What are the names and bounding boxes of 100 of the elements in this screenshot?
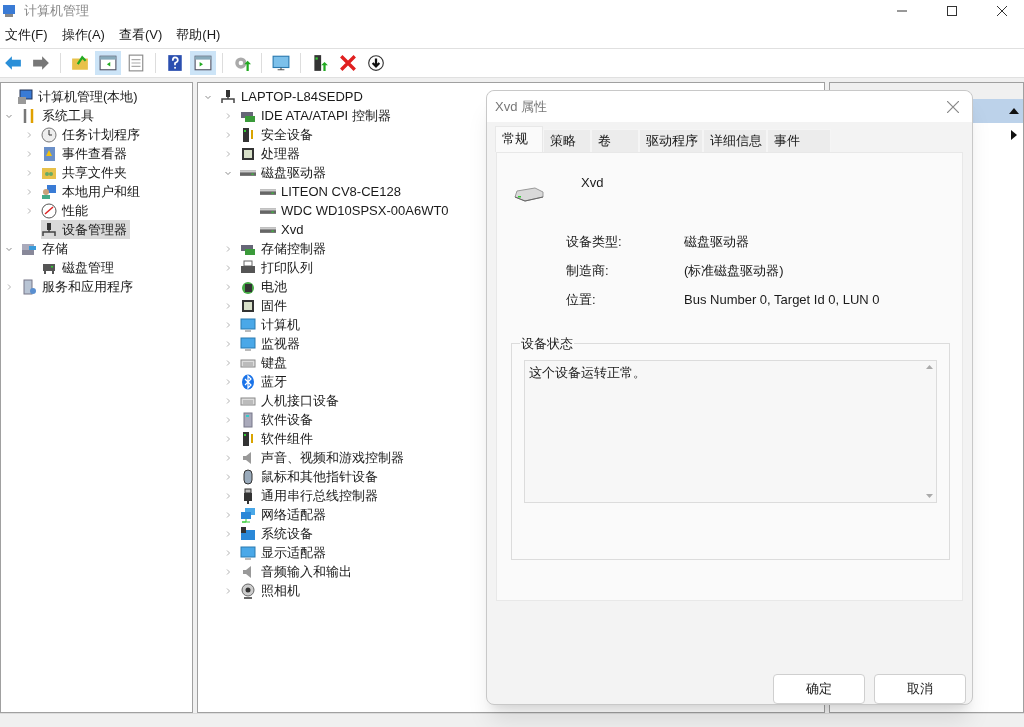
tree-item[interactable]: 本地用户和组: [41, 182, 143, 201]
tab[interactable]: 策略: [543, 128, 591, 152]
collapsed-chevron-icon[interactable]: [224, 472, 232, 481]
tree-item[interactable]: 键盘: [240, 353, 290, 372]
action-pane-button[interactable]: [190, 51, 216, 75]
tree-item[interactable]: 任务计划程序: [41, 125, 143, 144]
tab[interactable]: 驱动程序: [639, 128, 703, 152]
tree-item[interactable]: 监视器: [240, 334, 303, 353]
collapsed-chevron-icon[interactable]: [25, 168, 33, 177]
monitor-icon: [240, 544, 256, 561]
collapsed-chevron-icon[interactable]: [224, 339, 232, 348]
collapsed-chevron-icon[interactable]: [224, 491, 232, 500]
collapsed-chevron-icon[interactable]: [224, 453, 232, 462]
menu-item[interactable]: 帮助(H): [171, 25, 226, 45]
tree-item[interactable]: 通用串行总线控制器: [240, 486, 381, 505]
device-up-arrow-icon: [311, 54, 329, 72]
collapsed-chevron-icon[interactable]: [224, 149, 232, 158]
collapsed-chevron-icon[interactable]: [224, 529, 232, 538]
scroll-up-icon[interactable]: [925, 364, 933, 369]
tree-item[interactable]: 存储: [21, 239, 71, 258]
clock-icon: [41, 126, 57, 143]
tree-item[interactable]: 处理器: [240, 144, 303, 163]
tree-item[interactable]: 计算机: [240, 315, 303, 334]
menu-item[interactable]: 操作(A): [56, 25, 110, 45]
collapsed-chevron-icon[interactable]: [224, 263, 232, 272]
network-icon: [240, 506, 256, 523]
tree-item[interactable]: 安全设备: [240, 125, 316, 144]
collapsed-chevron-icon[interactable]: [25, 206, 33, 215]
collapsed-chevron-icon[interactable]: [5, 282, 13, 291]
tree-item[interactable]: LITEON CV8-CE128: [260, 182, 404, 201]
scroll-down-icon[interactable]: [925, 493, 933, 498]
tree-item[interactable]: 磁盘驱动器: [240, 163, 329, 182]
monitor-icon: [240, 316, 256, 333]
tree-item[interactable]: LAPTOP-L84SEDPD: [220, 87, 366, 106]
collapsed-chevron-icon[interactable]: [224, 244, 232, 253]
collapsed-chevron-icon[interactable]: [224, 301, 232, 310]
tree-item[interactable]: 人机接口设备: [240, 391, 342, 410]
collapsed-chevron-icon[interactable]: [224, 377, 232, 386]
tree-item[interactable]: 显示适配器: [240, 543, 329, 562]
tree-item[interactable]: 共享文件夹: [41, 163, 130, 182]
tab[interactable]: 卷: [591, 128, 639, 152]
collapsed-chevron-icon[interactable]: [224, 111, 232, 120]
tree-item[interactable]: 系统工具: [21, 106, 97, 125]
tree-item[interactable]: WDC WD10SPSX-00A6WT0: [260, 201, 452, 220]
collapsed-chevron-icon[interactable]: [25, 130, 33, 139]
show-pane-button[interactable]: [95, 51, 121, 75]
collapsed-chevron-icon[interactable]: [224, 586, 232, 595]
monitor-search-icon: [272, 54, 290, 72]
back-arrow-icon: [4, 54, 22, 72]
tree-item[interactable]: 计算机管理(本地): [17, 87, 141, 106]
collapsed-chevron-icon[interactable]: [224, 548, 232, 557]
tree-item[interactable]: 软件设备: [240, 410, 316, 429]
tree-item[interactable]: 磁盘管理: [41, 258, 117, 277]
status-text: 这个设备运转正常。: [528, 363, 647, 382]
tree-item[interactable]: 声音、视频和游戏控制器: [240, 448, 407, 467]
tab[interactable]: 常规: [495, 125, 543, 152]
app-icon: [2, 3, 18, 19]
tree-item[interactable]: 设备管理器: [41, 220, 130, 239]
folder-up-icon: [71, 54, 89, 72]
collapsed-chevron-icon[interactable]: [224, 415, 232, 424]
collapsed-chevron-icon[interactable]: [224, 510, 232, 519]
tree-item[interactable]: 固件: [240, 296, 290, 315]
collapsed-chevron-icon[interactable]: [224, 434, 232, 443]
tree-item[interactable]: 存储控制器: [240, 239, 329, 258]
submenu-arrow-icon[interactable]: [1011, 130, 1017, 140]
collapsed-chevron-icon[interactable]: [224, 282, 232, 291]
collapsed-chevron-icon[interactable]: [25, 149, 33, 158]
close-icon[interactable]: [997, 6, 1007, 16]
action-pane-icon: [194, 54, 212, 72]
collapsed-chevron-icon[interactable]: [224, 320, 232, 329]
tab[interactable]: 详细信息: [703, 128, 767, 152]
collapsed-chevron-icon[interactable]: [224, 130, 232, 139]
tree-item[interactable]: 电池: [240, 277, 290, 296]
show-pane-icon: [99, 54, 117, 72]
tree-item[interactable]: 软件组件: [240, 429, 316, 448]
collapsed-chevron-icon[interactable]: [224, 567, 232, 576]
collapsed-chevron-icon[interactable]: [25, 187, 33, 196]
tree-item[interactable]: 鼠标和其他指针设备: [240, 467, 381, 486]
menu-item[interactable]: 文件(F): [0, 25, 53, 45]
tree-item[interactable]: 事件查看器: [41, 144, 130, 163]
collapse-arrow-icon: [1009, 108, 1019, 114]
tree-item[interactable]: 性能: [41, 201, 91, 220]
tab[interactable]: 事件: [767, 128, 831, 152]
disk-drive-icon: [260, 207, 276, 214]
tree-item[interactable]: 网络适配器: [240, 505, 329, 524]
tree-item[interactable]: IDE ATA/ATAPI 控制器: [240, 106, 394, 125]
tree-item[interactable]: 音频输入和输出: [240, 562, 355, 581]
tree-item[interactable]: 服务和应用程序: [21, 277, 136, 296]
dialog-button[interactable]: 确定: [773, 674, 865, 704]
collapsed-chevron-icon[interactable]: [224, 396, 232, 405]
tree-item[interactable]: Xvd: [260, 220, 307, 239]
tree-item[interactable]: 打印队列: [240, 258, 316, 277]
collapsed-chevron-icon[interactable]: [224, 358, 232, 367]
dialog-title: Xvd 属性: [495, 97, 547, 116]
tree-item[interactable]: 照相机: [240, 581, 303, 600]
tree-item[interactable]: 蓝牙: [240, 372, 290, 391]
dialog-button[interactable]: 取消: [874, 674, 966, 704]
maximize-icon[interactable]: [947, 6, 957, 16]
tree-item[interactable]: 系统设备: [240, 524, 316, 543]
menu-item[interactable]: 查看(V): [113, 25, 168, 45]
